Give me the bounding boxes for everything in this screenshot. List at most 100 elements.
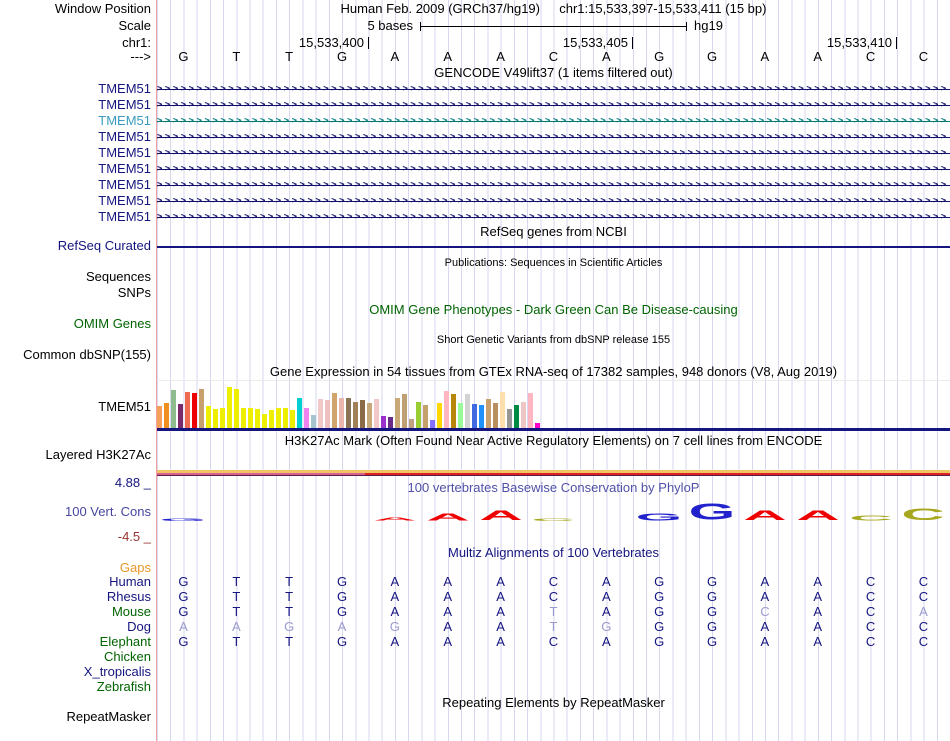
- species-bases: GTTGAAACAGGAACC: [157, 575, 950, 590]
- species-label: Rhesus: [106, 589, 151, 604]
- multiz-species-row[interactable]: X_tropicalis: [0, 665, 950, 680]
- gencode-gene-row[interactable]: TMEM51 >>>>>>>>>>>>>>>>>>>>>>>>>>>>>>>>>>…: [0, 145, 950, 161]
- gene-label: TMEM51: [98, 113, 151, 128]
- aligned-base: A: [813, 589, 823, 604]
- aligned-base: G: [178, 589, 189, 604]
- aligned-base: G: [178, 634, 189, 649]
- gencode-gene-row[interactable]: TMEM51 >>>>>>>>>>>>>>>>>>>>>>>>>>>>>>>>>>…: [0, 81, 950, 97]
- aligned-base: G: [654, 619, 665, 634]
- aligned-base: A: [443, 589, 453, 604]
- refseq-gene-line[interactable]: [157, 246, 950, 248]
- multiz-species-row[interactable]: Zebrafish: [0, 680, 950, 695]
- gencode-gene-row[interactable]: TMEM51 >>>>>>>>>>>>>>>>>>>>>>>>>>>>>>>>>>…: [0, 177, 950, 193]
- gencode-gene-row[interactable]: TMEM51 >>>>>>>>>>>>>>>>>>>>>>>>>>>>>>>>>>…: [0, 161, 950, 177]
- species-label: Elephant: [99, 634, 151, 649]
- gencode-gene-row[interactable]: TMEM51 >>>>>>>>>>>>>>>>>>>>>>>>>>>>>>>>>>…: [0, 129, 950, 145]
- aligned-base: A: [919, 604, 928, 619]
- base-letter: A: [601, 49, 611, 64]
- coordinate-number: 15,533,400: [298, 35, 364, 50]
- snps-row: SNPs: [0, 286, 950, 300]
- multiz-species-row[interactable]: Human G T T G A A A C A G G A A C C: [0, 575, 950, 590]
- gaps-label: Gaps: [119, 560, 151, 575]
- aligned-base: G: [654, 634, 665, 649]
- species-label: Chicken: [104, 649, 151, 664]
- gencode-gene-row[interactable]: TMEM51 >>>>>>>>>>>>>>>>>>>>>>>>>>>>>>>>>>…: [0, 97, 950, 113]
- aligned-base: A: [390, 589, 400, 604]
- multiz-species-row[interactable]: Elephant G T T G A A A C A G G A A C C: [0, 635, 950, 650]
- base-letter: A: [760, 49, 770, 64]
- aligned-base: C: [865, 574, 876, 589]
- strand-chevrons: >>>>>>>>>>>>>>>>>>>>>>>>>>>>>>>>>>>>>>>>…: [157, 83, 949, 94]
- aligned-base: A: [496, 634, 505, 649]
- gene-arrow-line[interactable]: >>>>>>>>>>>>>>>>>>>>>>>>>>>>>>>>>>>>>>>>…: [157, 161, 950, 177]
- snps-label: SNPs: [117, 285, 151, 300]
- aligned-base: T: [285, 634, 294, 649]
- gene-arrow-line[interactable]: >>>>>>>>>>>>>>>>>>>>>>>>>>>>>>>>>>>>>>>>…: [157, 193, 950, 209]
- aligned-base: T: [232, 574, 241, 589]
- gencode-title-row: GENCODE V49lift37 (1 items filtered out): [0, 66, 950, 80]
- assembly-title: Human Feb. 2009 (GRCh37/hg19): [340, 1, 540, 16]
- aligned-base: C: [865, 619, 876, 634]
- coordinate-number: 15,533,405: [562, 35, 628, 50]
- refseq-curated-label: RefSeq Curated: [57, 238, 151, 253]
- gencode-gene-row[interactable]: TMEM51 >>>>>>>>>>>>>>>>>>>>>>>>>>>>>>>>>>…: [0, 193, 950, 209]
- base-letter: C: [548, 49, 559, 64]
- aligned-base: A: [496, 589, 505, 604]
- gene-arrow-line[interactable]: >>>>>>>>>>>>>>>>>>>>>>>>>>>>>>>>>>>>>>>>…: [157, 129, 950, 145]
- aligned-base: A: [760, 634, 770, 649]
- gtex-baseline[interactable]: [157, 428, 950, 431]
- multiz-species-row[interactable]: Rhesus G T T G A A A C A G G A A C C: [0, 590, 950, 605]
- cons-label-row: 100 Vert. Cons: [0, 505, 950, 519]
- conservation-label: 100 Vert. Cons: [65, 504, 151, 519]
- gtex-tissue-bar[interactable]: [311, 415, 316, 428]
- aligned-base: T: [285, 589, 294, 604]
- species-label: Zebrafish: [96, 679, 151, 694]
- aligned-base: G: [284, 619, 295, 634]
- gtex-tissue-bar[interactable]: [388, 417, 393, 428]
- aligned-base: A: [760, 574, 770, 589]
- multiz-title-row: Multiz Alignments of 100 Vertebrates: [0, 546, 950, 560]
- aligned-base: C: [918, 619, 929, 634]
- coordinate-tick: [368, 37, 369, 49]
- aligned-base: A: [390, 574, 400, 589]
- base-letters[interactable]: GTTGAAACAGGAACC: [157, 50, 950, 65]
- aligned-base: A: [390, 604, 400, 619]
- gtex-tissue-bar[interactable]: [262, 414, 267, 428]
- gene-arrow-line[interactable]: >>>>>>>>>>>>>>>>>>>>>>>>>>>>>>>>>>>>>>>>…: [157, 145, 950, 161]
- base-letter: G: [178, 49, 189, 64]
- refseq-title-row: RefSeq genes from NCBI: [0, 225, 950, 239]
- gene-arrow-line[interactable]: >>>>>>>>>>>>>>>>>>>>>>>>>>>>>>>>>>>>>>>>…: [157, 81, 950, 97]
- aligned-base: A: [496, 574, 505, 589]
- aligned-base: C: [865, 589, 876, 604]
- multiz-species-row[interactable]: Dog A A G A G A A T G G G A A C C: [0, 620, 950, 635]
- aligned-base: T: [549, 619, 558, 634]
- base-letter: T: [232, 49, 241, 64]
- base-letter: A: [496, 49, 505, 64]
- multiz-species-row[interactable]: Chicken: [0, 650, 950, 665]
- h3k27ac-label-row: Layered H3K27Ac: [0, 448, 950, 462]
- aligned-base: T: [232, 604, 241, 619]
- gtex-tissue-bar[interactable]: [381, 416, 386, 428]
- gene-arrow-line[interactable]: >>>>>>>>>>>>>>>>>>>>>>>>>>>>>>>>>>>>>>>>…: [157, 209, 950, 225]
- gencode-gene-row[interactable]: TMEM51 >>>>>>>>>>>>>>>>>>>>>>>>>>>>>>>>>>…: [0, 113, 950, 129]
- base-letter: G: [336, 49, 348, 64]
- cons-min-row: -4.5 _: [0, 530, 950, 544]
- refseq-row: RefSeq Curated: [0, 239, 950, 253]
- species-label: Dog: [127, 619, 151, 634]
- gencode-gene-row[interactable]: TMEM51 >>>>>>>>>>>>>>>>>>>>>>>>>>>>>>>>>>…: [0, 209, 950, 225]
- omim-title-row: OMIM Gene Phenotypes - Dark Green Can Be…: [0, 303, 950, 317]
- base-letter: C: [918, 49, 929, 64]
- gene-arrow-line[interactable]: >>>>>>>>>>>>>>>>>>>>>>>>>>>>>>>>>>>>>>>>…: [157, 113, 950, 129]
- aligned-base: G: [601, 619, 612, 634]
- gtex-tissue-bar[interactable]: [409, 419, 414, 428]
- publications-title-row: Publications: Sequences in Scientific Ar…: [0, 256, 950, 270]
- gene-arrow-line[interactable]: >>>>>>>>>>>>>>>>>>>>>>>>>>>>>>>>>>>>>>>>…: [157, 177, 950, 193]
- gtex-tissue-bar[interactable]: [430, 420, 435, 428]
- base-letter: T: [285, 49, 294, 64]
- multiz-species-row[interactable]: Mouse G T T G A A A T A G G C A C A: [0, 605, 950, 620]
- omim-row: OMIM Genes: [0, 317, 950, 331]
- aligned-base: A: [813, 634, 823, 649]
- strand-arrow: --->: [130, 49, 151, 64]
- chrom-label: chr1:: [122, 35, 151, 50]
- gene-arrow-line[interactable]: >>>>>>>>>>>>>>>>>>>>>>>>>>>>>>>>>>>>>>>>…: [157, 97, 950, 113]
